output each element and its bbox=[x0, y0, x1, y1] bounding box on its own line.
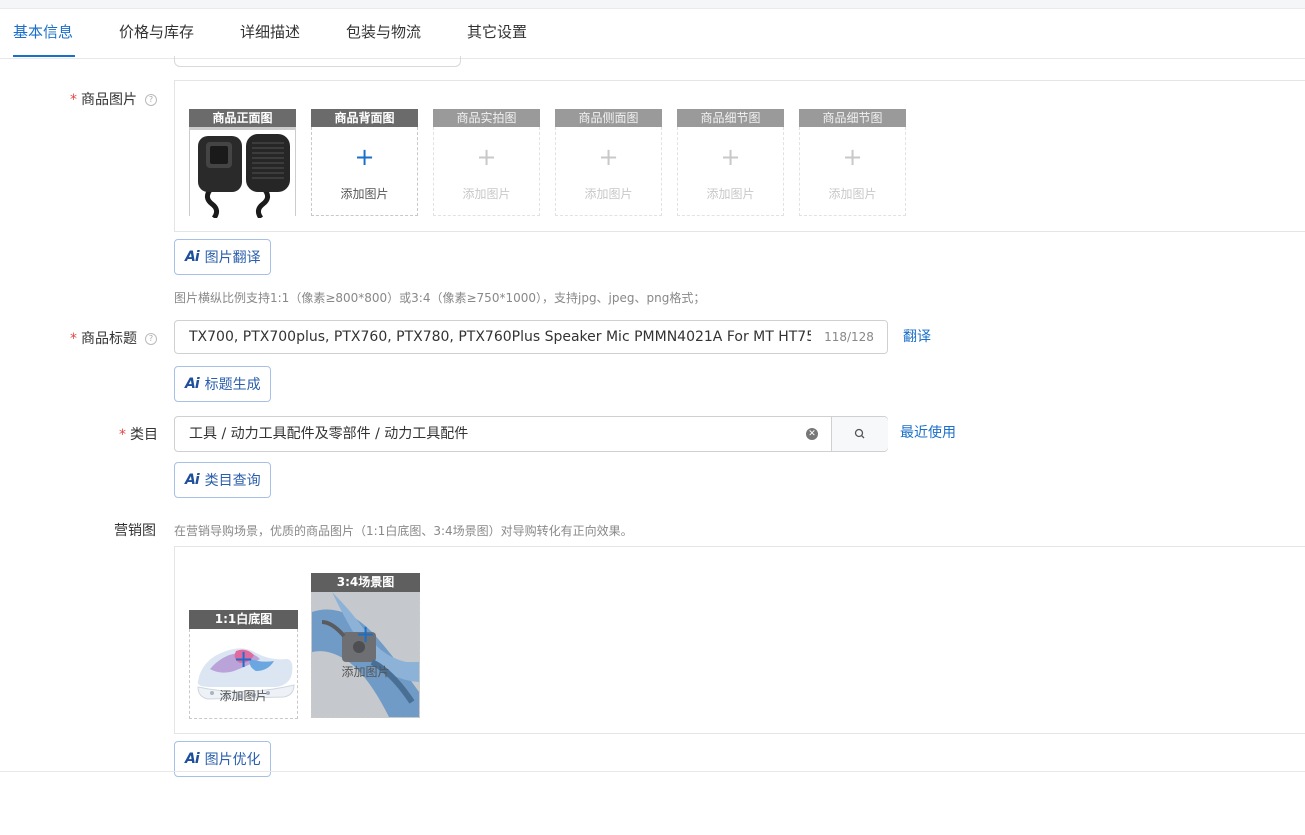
sneaker-sample-image bbox=[190, 629, 297, 718]
product-images-label: * 商品图片? bbox=[70, 89, 157, 109]
slot-title: 商品实拍图 bbox=[433, 109, 540, 127]
previous-field-edge bbox=[174, 56, 461, 67]
ai-icon: Ai bbox=[185, 751, 200, 767]
required-mark: * bbox=[119, 427, 126, 443]
plus-icon: + bbox=[233, 645, 254, 673]
product-title-input[interactable]: TX700, PTX700plus, PTX760, PTX780, PTX76… bbox=[174, 320, 888, 354]
slot-title: 1:1白底图 bbox=[189, 610, 298, 629]
add-image-label: 添加图片 bbox=[706, 187, 755, 201]
search-icon bbox=[854, 428, 865, 439]
category-search-button[interactable] bbox=[831, 417, 888, 451]
image-slot-front[interactable]: 商品正面图 bbox=[189, 109, 296, 220]
slot-title: 商品细节图 bbox=[799, 109, 906, 127]
recent-use-link[interactable]: 最近使用 bbox=[900, 422, 956, 442]
ai-image-translate-button[interactable]: Ai 图片翻译 bbox=[174, 239, 271, 275]
clear-icon[interactable]: ✕ bbox=[806, 428, 818, 440]
add-image-label: 添加图片 bbox=[219, 689, 268, 703]
tab-basic-info[interactable]: 基本信息 bbox=[13, 8, 73, 58]
product-title-label: * 商品标题? bbox=[70, 328, 157, 348]
add-image-label: 添加图片 bbox=[462, 187, 511, 201]
slot-title: 商品侧面图 bbox=[555, 109, 662, 127]
slot-title: 商品背面图 bbox=[311, 109, 418, 127]
image-slot-side[interactable]: 商品侧面图 + 添加图片 bbox=[555, 109, 662, 216]
product-images-panel: 商品正面图 商品背面图 + 添加图片 商品实拍图 + 添加图片 商品侧面图 + … bbox=[174, 80, 1305, 232]
speaker-mic-photo bbox=[190, 130, 295, 220]
help-icon[interactable]: ? bbox=[145, 94, 157, 106]
plus-icon: + bbox=[842, 143, 863, 171]
add-image-label: 添加图片 bbox=[584, 187, 633, 201]
tab-detail-description[interactable]: 详细描述 bbox=[240, 8, 300, 58]
active-tab-indicator bbox=[13, 55, 75, 57]
plus-icon: + bbox=[354, 143, 375, 171]
add-image-label: 添加图片 bbox=[341, 665, 390, 679]
ai-icon: Ai bbox=[185, 376, 200, 392]
image-slot-detail-1[interactable]: 商品细节图 + 添加图片 bbox=[677, 109, 784, 216]
ai-title-generate-button[interactable]: Ai 标题生成 bbox=[174, 366, 271, 402]
page-bottom-divider bbox=[0, 771, 1305, 772]
add-image-label: 添加图片 bbox=[828, 187, 877, 201]
slot-title: 商品细节图 bbox=[677, 109, 784, 127]
ai-icon: Ai bbox=[185, 472, 200, 488]
marketing-hint: 在营销导购场景，优质的商品图片（1:1白底图、3:4场景图）对导购转化有正向效果… bbox=[174, 524, 633, 538]
slot-title: 3:4场景图 bbox=[311, 573, 420, 592]
wire-stripper-sample-image bbox=[312, 592, 419, 717]
image-requirements-hint: 图片横纵比例支持1:1（像素≥800*800）或3:4（像素≥750*1000）… bbox=[174, 291, 706, 305]
plus-icon: + bbox=[720, 143, 741, 171]
category-select[interactable]: 工具 / 动力工具配件及零部件 / 动力工具配件 ✕ bbox=[174, 416, 888, 452]
required-mark: * bbox=[70, 331, 77, 347]
marketing-slot-square[interactable]: 1:1白底图 + 添加图片 bbox=[189, 610, 298, 719]
help-icon[interactable]: ? bbox=[145, 333, 157, 345]
category-value: 工具 / 动力工具配件及零部件 / 动力工具配件 bbox=[189, 426, 469, 442]
product-title-value[interactable]: TX700, PTX700plus, PTX760, PTX780, PTX76… bbox=[189, 321, 812, 353]
image-slot-real-shot[interactable]: 商品实拍图 + 添加图片 bbox=[433, 109, 540, 216]
translate-link[interactable]: 翻译 bbox=[903, 326, 931, 346]
tab-price-stock[interactable]: 价格与库存 bbox=[119, 8, 194, 58]
required-mark: * bbox=[70, 92, 77, 108]
image-slot-back[interactable]: 商品背面图 + 添加图片 bbox=[311, 109, 418, 216]
tab-bar: 基本信息 价格与库存 详细描述 包装与物流 其它设置 bbox=[0, 8, 1305, 59]
ai-icon: Ai bbox=[185, 249, 200, 265]
add-image-label: 添加图片 bbox=[340, 187, 389, 201]
tab-packaging-logistics[interactable]: 包装与物流 bbox=[346, 8, 421, 58]
plus-icon: + bbox=[598, 143, 619, 171]
marketing-images-panel: 1:1白底图 + 添加图片 3:4场景图 + 添加图片 bbox=[174, 546, 1305, 734]
plus-icon: + bbox=[355, 620, 376, 648]
slot-title: 商品正面图 bbox=[189, 109, 296, 127]
marketing-slot-scene[interactable]: 3:4场景图 + 添加图片 bbox=[311, 573, 420, 718]
ai-category-query-button[interactable]: Ai 类目查询 bbox=[174, 462, 271, 498]
plus-icon: + bbox=[476, 143, 497, 171]
image-slot-detail-2[interactable]: 商品细节图 + 添加图片 bbox=[799, 109, 906, 216]
marketing-images-label: 营销图 bbox=[114, 523, 156, 539]
tab-other-settings[interactable]: 其它设置 bbox=[467, 8, 527, 58]
category-label: * 类目 bbox=[119, 427, 158, 443]
char-counter: 118/128 bbox=[811, 321, 887, 353]
